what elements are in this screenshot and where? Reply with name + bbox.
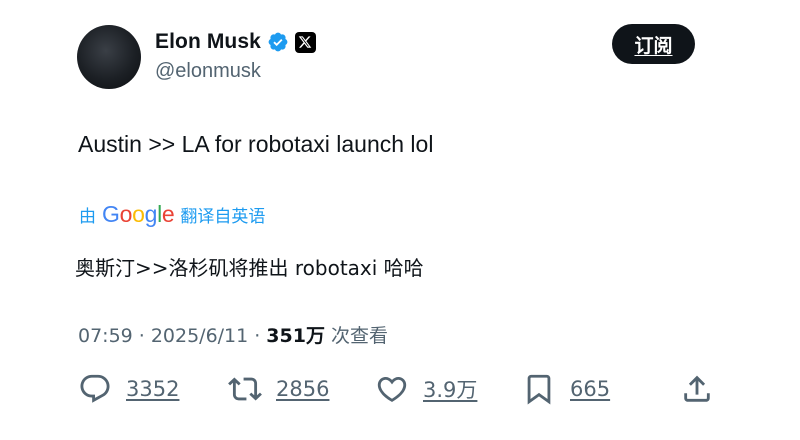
translation-prefix: 由	[79, 207, 96, 227]
translation-suffix: 翻译自英语	[180, 207, 266, 227]
reply-button[interactable]: 3352	[78, 372, 228, 406]
author-handle[interactable]: @elonmusk	[155, 60, 261, 83]
retweet-button[interactable]: 2856	[228, 372, 375, 406]
bookmark-icon	[527, 374, 551, 405]
google-logo: Google	[102, 201, 175, 227]
share-icon	[684, 375, 710, 402]
reply-count: 3352	[126, 377, 180, 401]
retweet-count: 2856	[276, 377, 330, 401]
translated-text: 奥斯汀>>洛杉矶将推出 robotaxi 哈哈	[75, 256, 424, 280]
tweet-meta: 07:59 · 2025/6/11 · 351万 次查看	[78, 321, 388, 348]
views-count: 351万	[266, 325, 325, 347]
views-label: 次查看	[330, 325, 388, 347]
share-button[interactable]	[680, 372, 714, 406]
translation-attribution[interactable]: 由 Google 翻译自英语	[79, 201, 265, 228]
tweet-date[interactable]: 2025/6/11	[151, 325, 248, 347]
heart-icon	[377, 376, 407, 402]
x-logo-icon	[294, 31, 316, 53]
like-button[interactable]: 3.9万	[375, 372, 522, 406]
author-name-row: Elon Musk	[155, 30, 316, 54]
meta-separator: ·	[254, 325, 261, 347]
subscribe-button[interactable]: 订阅	[612, 24, 695, 64]
bookmark-count: 665	[570, 377, 611, 401]
meta-separator: ·	[138, 325, 145, 347]
tweet-time[interactable]: 07:59	[78, 325, 133, 347]
retweet-icon	[228, 377, 262, 401]
tweet-actions: 3352 2856 3.9万 665	[78, 372, 714, 406]
author-display-name[interactable]: Elon Musk	[155, 30, 261, 54]
tweet-text: Austin >> LA for robotaxi launch lol	[78, 131, 434, 157]
reply-icon	[80, 374, 110, 403]
like-count: 3.9万	[423, 378, 478, 402]
verified-badge-icon	[267, 31, 289, 53]
bookmark-button[interactable]: 665	[522, 372, 680, 406]
avatar[interactable]	[77, 25, 141, 89]
